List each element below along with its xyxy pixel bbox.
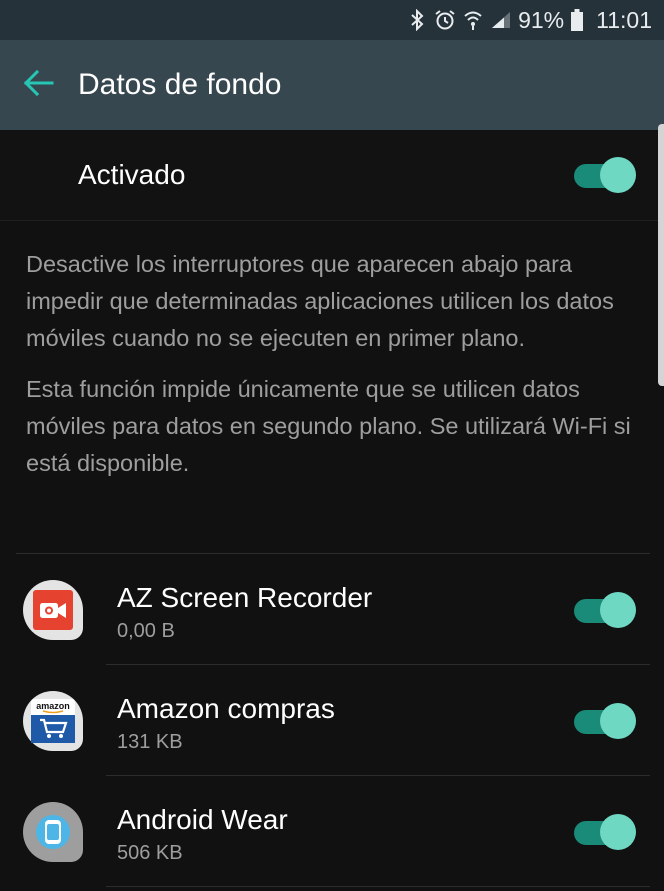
amazon-logo-text: amazon bbox=[36, 701, 70, 711]
clock: 11:01 bbox=[596, 6, 652, 33]
app-text: AZ Screen Recorder 0,00 B bbox=[106, 577, 574, 643]
back-button[interactable] bbox=[0, 40, 78, 130]
battery-percent: 91% bbox=[518, 6, 565, 33]
status-bar: 91% 11:01 bbox=[0, 0, 664, 40]
signal-icon bbox=[490, 8, 512, 32]
edge-panel-handle[interactable] bbox=[658, 124, 664, 386]
master-toggle-label: Activado bbox=[78, 159, 186, 190]
app-text: Amazon compras 131 KB bbox=[106, 688, 574, 754]
app-data-size: 506 KB bbox=[117, 841, 183, 864]
az-recorder-icon bbox=[23, 579, 83, 640]
toggle-thumb bbox=[600, 813, 636, 850]
arrow-back-icon bbox=[23, 69, 54, 101]
alarm-icon bbox=[434, 8, 456, 32]
toggle-thumb bbox=[600, 157, 636, 193]
description-paragraph-2: Esta función impide únicamente que se ut… bbox=[26, 376, 631, 476]
bluetooth-icon bbox=[406, 8, 428, 32]
app-icon-container bbox=[0, 554, 106, 665]
divider bbox=[106, 886, 650, 887]
battery-icon bbox=[570, 8, 584, 32]
app-name: AZ Screen Recorder bbox=[117, 581, 373, 613]
description-paragraph-1: Desactive los interruptores que aparecen… bbox=[26, 251, 614, 351]
app-name: Android Wear bbox=[117, 803, 288, 835]
page-title: Datos de fondo bbox=[78, 68, 282, 101]
toggle-thumb bbox=[600, 591, 636, 628]
app-toggle-switch[interactable] bbox=[574, 590, 636, 630]
app-name: Amazon compras bbox=[117, 692, 335, 724]
master-toggle-switch[interactable] bbox=[574, 155, 636, 195]
app-toggle-switch[interactable] bbox=[574, 701, 636, 741]
app-data-size: 131 KB bbox=[117, 730, 183, 753]
list-item-android-wear[interactable]: Android Wear 506 KB bbox=[0, 776, 664, 887]
amazon-cart-icon: amazon bbox=[23, 690, 83, 751]
master-toggle-row[interactable]: Activado bbox=[0, 130, 664, 221]
app-toggle-switch[interactable] bbox=[574, 812, 636, 852]
list-item-amazon-compras[interactable]: amazon Amazon compras 131 KB bbox=[0, 665, 664, 776]
app-icon-container bbox=[0, 776, 106, 887]
app-bar: Datos de fondo bbox=[0, 40, 664, 130]
description: Desactive los interruptores que aparecen… bbox=[26, 246, 636, 482]
app-data-size: 0,00 B bbox=[117, 619, 175, 642]
app-text: Android Wear 506 KB bbox=[106, 799, 574, 865]
wifi-icon bbox=[462, 8, 484, 32]
list-item-az-screen-recorder[interactable]: AZ Screen Recorder 0,00 B bbox=[0, 554, 664, 665]
app-list: AZ Screen Recorder 0,00 B amazon Amazon … bbox=[0, 554, 664, 887]
android-wear-icon bbox=[23, 801, 83, 862]
app-icon-container: amazon bbox=[0, 665, 106, 776]
toggle-thumb bbox=[600, 702, 636, 739]
